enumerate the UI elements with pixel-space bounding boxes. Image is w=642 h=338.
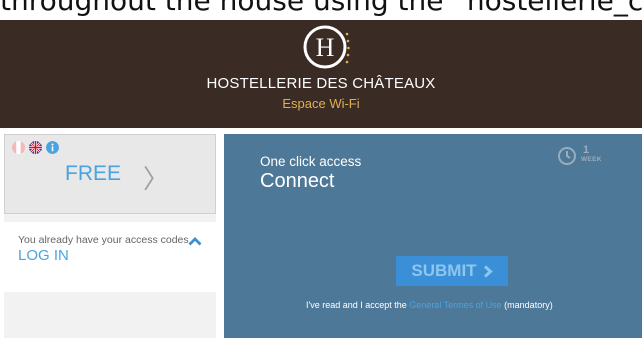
free-access-option[interactable]: FREE 〉 bbox=[4, 134, 216, 214]
chevron-right-icon: 〉 bbox=[143, 164, 170, 194]
submit-button-label: SUBMIT bbox=[411, 261, 477, 280]
chevron-right-icon bbox=[483, 264, 493, 278]
connect-panel: One click access Connect 1 WEEK SUBMIT I… bbox=[224, 134, 642, 338]
portal-header: H HOSTELLERIE DES CHÂTEAUX Espace Wi-Fi bbox=[0, 20, 642, 128]
terms-link[interactable]: General Termes of Use bbox=[409, 300, 501, 310]
info-icon[interactable] bbox=[46, 141, 59, 154]
caption-text: throughout the house using the “hostelle… bbox=[0, 0, 642, 17]
svg-text:H: H bbox=[316, 33, 335, 62]
portal-subtitle: Espace Wi-Fi bbox=[282, 96, 360, 111]
access-type-label: One click access bbox=[260, 154, 362, 169]
hostellerie-logo-icon: H bbox=[303, 25, 350, 69]
terms-prefix: I've read and I accept the bbox=[306, 300, 410, 310]
clock-icon bbox=[558, 147, 576, 165]
duration-unit: WEEK bbox=[581, 156, 602, 163]
french-flag-icon[interactable] bbox=[12, 141, 25, 154]
brand-name: HOSTELLERIE DES CHÂTEAUX bbox=[206, 75, 436, 92]
terms-suffix: (mandatory) bbox=[501, 300, 553, 310]
uk-flag-icon[interactable] bbox=[29, 141, 42, 154]
document-caption-fragment: throughout the house using the “hostelle… bbox=[0, 0, 642, 20]
language-selector bbox=[12, 141, 59, 155]
login-option[interactable]: You already have your access codes LOG I… bbox=[4, 222, 216, 292]
connect-title: Connect bbox=[260, 170, 335, 192]
login-label: LOG IN bbox=[18, 247, 69, 264]
duration-badge: 1 WEEK bbox=[557, 142, 609, 170]
submit-button[interactable]: SUBMIT bbox=[396, 256, 508, 286]
chevron-up-icon[interactable] bbox=[188, 236, 202, 246]
login-hint: You already have your access codes bbox=[18, 234, 189, 246]
terms-acceptance: I've read and I accept the General Terme… bbox=[306, 300, 553, 310]
free-option-label: FREE bbox=[65, 162, 122, 185]
duration-value: 1 bbox=[583, 144, 590, 156]
